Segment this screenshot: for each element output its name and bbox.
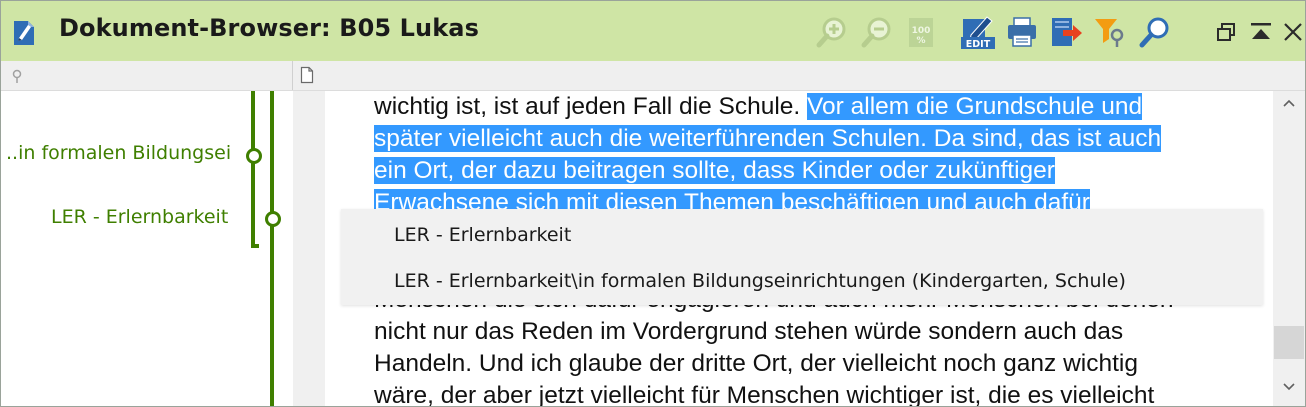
- code-stripe-pin-icon[interactable]: [10, 67, 24, 85]
- vertical-scrollbar[interactable]: [1273, 91, 1305, 406]
- column-header-bar: [1, 61, 1305, 91]
- document-edit-icon: [14, 21, 34, 45]
- code-stripe-bar[interactable]: [270, 91, 274, 406]
- document-browser-window: Dokument-Browser: B05 Lukas 100 % EDIT .…: [0, 0, 1306, 407]
- page-icon: [300, 66, 314, 84]
- print-icon[interactable]: [1005, 15, 1039, 49]
- restore-window-icon[interactable]: [1215, 21, 1237, 43]
- code-popup-menu: LER - Erlernbarkeit LER - Erlernbarkeit\…: [341, 209, 1263, 305]
- popup-code-item[interactable]: LER - Erlernbarkeit\in formalen Bildungs…: [394, 270, 1126, 292]
- text-line: Handeln. Und ich glaube der dritte Ort, …: [374, 350, 1138, 377]
- column-divider[interactable]: [292, 61, 293, 90]
- code-stripe-label[interactable]: ..in formalen Bildungseiı: [6, 142, 232, 164]
- text-selection: später vielleicht auch die weiterführend…: [374, 125, 1162, 152]
- text-selection: Vor allem die Grundschule und: [807, 93, 1143, 120]
- zoom-100-icon[interactable]: 100 %: [904, 15, 938, 49]
- text-line: nicht nur das Reden im Vordergrund stehe…: [374, 318, 1124, 345]
- code-stripe-bar[interactable]: [251, 91, 255, 248]
- svg-text:%: %: [916, 36, 925, 46]
- search-icon[interactable]: [1138, 15, 1172, 49]
- zoom-in-icon[interactable]: [815, 15, 849, 49]
- text-line: später vielleicht auch die weiterführend…: [374, 123, 1162, 155]
- text-line: wichtig ist, ist auf jeden Fall die Schu…: [374, 93, 1143, 120]
- close-icon[interactable]: [1282, 21, 1304, 43]
- zoom-100-label: 100: [912, 26, 931, 36]
- edit-label: EDIT: [966, 39, 991, 49]
- paragraph-gutter: [293, 91, 325, 406]
- zoom-out-icon[interactable]: [860, 15, 894, 49]
- text-selection: ein Ort, der dazu beitragen sollte, dass…: [374, 157, 1055, 184]
- code-stripe-label[interactable]: LER - Erlernbarkeit: [51, 206, 228, 228]
- export-icon[interactable]: [1049, 15, 1083, 49]
- title-bar: Dokument-Browser: B05 Lukas 100 % EDIT: [1, 1, 1305, 61]
- collapse-icon[interactable]: [1249, 21, 1273, 43]
- text-line: wäre, der aber jetzt vielleicht für Mens…: [374, 382, 1155, 407]
- code-stripe-panel: ..in formalen Bildungseiı LER - Erlernba…: [1, 91, 292, 406]
- code-stripe-marker[interactable]: [265, 211, 281, 227]
- scroll-down-icon[interactable]: [1283, 383, 1295, 391]
- scroll-up-icon[interactable]: [1283, 99, 1295, 107]
- popup-code-item[interactable]: LER - Erlernbarkeit: [394, 224, 571, 246]
- edit-icon[interactable]: EDIT: [961, 15, 997, 49]
- code-stripe-marker[interactable]: [246, 148, 262, 164]
- code-stripe-bar-end: [251, 244, 259, 248]
- scrollbar-thumb[interactable]: [1274, 326, 1304, 359]
- window-title: Dokument-Browser: B05 Lukas: [59, 14, 479, 42]
- filter-icon[interactable]: [1093, 15, 1127, 49]
- text-line: ein Ort, der dazu beitragen sollte, dass…: [374, 155, 1055, 187]
